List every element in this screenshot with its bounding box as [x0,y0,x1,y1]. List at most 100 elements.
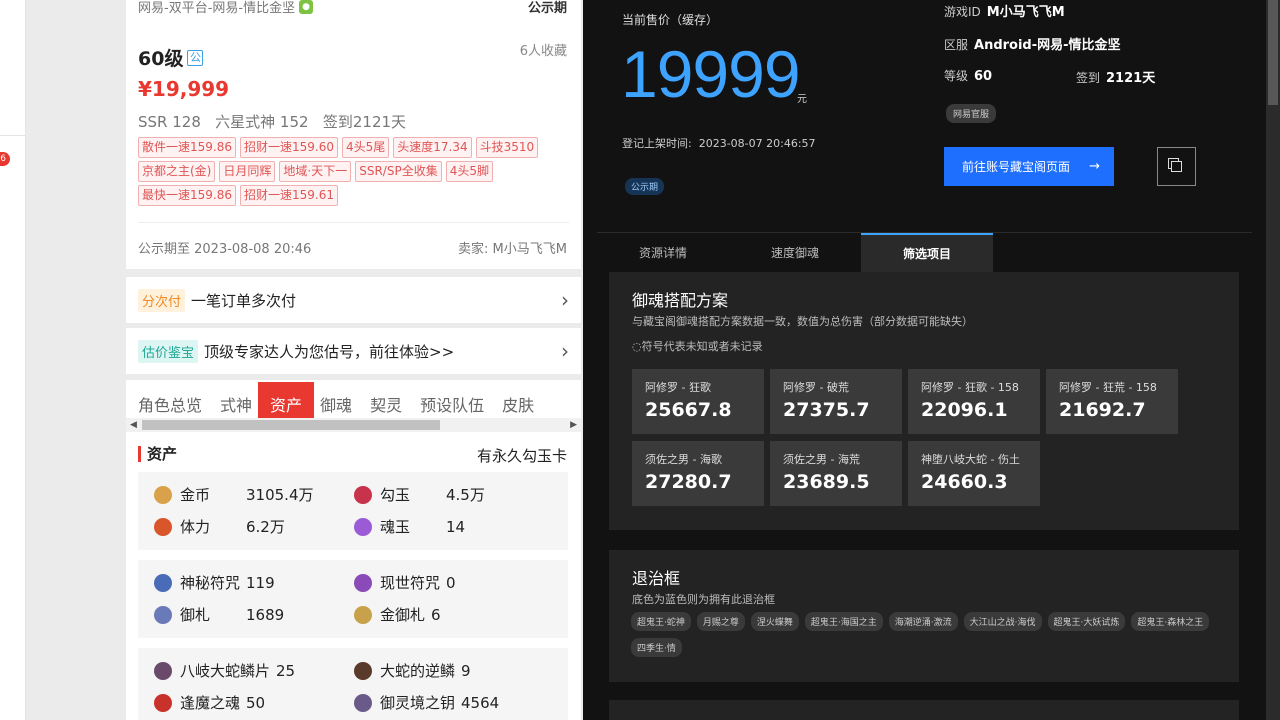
stage-label: 公示期 [527,1,567,16]
tab-2[interactable]: 资产 [258,382,315,418]
page-scrollbar-thumb[interactable] [1268,0,1278,105]
asset-name: 御札 [180,606,211,624]
next-section [609,700,1239,720]
soul-config-label: 神堕八岐大蛇 - 伤土 [921,453,1020,466]
soul-config-desc: 与藏宝阁御魂搭配方案数据一致，数值为总伤害（部分数据可能缺失） [632,315,973,328]
soul-config-card[interactable]: 须佐之男 - 海荒 23689.5 [770,441,902,506]
scroll-right-icon[interactable]: ▶ [570,418,577,432]
asset-name: 御灵境之钥 [380,694,456,712]
tab-6[interactable]: 皮肤 [502,392,534,418]
soul-config-card[interactable]: 阿修罗 - 狂荒 - 158 21692.7 [1046,369,1178,434]
permanent-card-label: 有永久勾玉卡 [476,447,567,465]
detail-dark-panel: 当前售价（缓存） 19999 元 登记上架时间: 2023-08-07 20:4… [583,0,1280,720]
listing-summary-card: 网易-双平台-网易-情比金坚 ● 公示期 60级 公 6人收藏 ¥19,999 … [126,0,581,269]
asset-item: 金御札 6 [354,604,544,625]
asset-icon [354,605,372,624]
source-line: 网易-双平台-网易-情比金坚 ● [138,0,314,16]
feature-tag: 斗技3510 [475,137,539,158]
feature-tag: 地域·天下一 [279,161,352,182]
feature-tags: 散件一速159.86 招财一速159.60 4头5尾 头速度17.34 斗技3510 京都… [138,137,568,206]
scroll-left-icon[interactable]: ◀ [130,418,137,432]
asset-name: 八岐大蛇鳞片 [180,662,271,680]
tab-3[interactable]: 御魂 [320,392,352,418]
asset-value: 4564 [461,693,500,712]
soul-config-value: 24660.3 [921,471,1008,493]
mobile-listing-panel: 网易-双平台-网易-情比金坚 ● 公示期 60级 公 6人收藏 ¥19,999 … [126,0,581,720]
soul-config-label: 阿修罗 - 狂歌 - 158 [921,381,1019,394]
big-price: 19999 [621,37,801,111]
tab-4[interactable]: 契灵 [370,392,402,418]
feature-tag: SSR/SP全收集 [355,161,442,182]
asset-icon [354,517,372,536]
tab-0[interactable]: 角色总览 [138,392,202,418]
boss-frame-desc: 底色为蓝色则为拥有此退治框 [632,593,775,606]
soul-config-title: 御魂搭配方案 [632,291,729,310]
copy-button[interactable] [1157,147,1196,186]
soul-config-card[interactable]: 阿修罗 - 狂歌 - 158 22096.1 [908,369,1040,434]
list-time: 登记上架时间: 2023-08-07 20:46:57 [622,137,816,150]
soul-config-value: 27375.7 [783,399,870,421]
resource-tab-0[interactable]: 资源详情 [597,233,729,272]
copy-icon [1171,161,1182,172]
assets-charm-box: 神秘符咒 119 现世符咒 0 御札 1689 金御札 6 [138,560,568,638]
asset-item: 御灵境之钥 4564 [354,692,544,713]
boss-frame-tag: 月赐之尊 [696,612,745,631]
asset-value: 50 [246,693,266,712]
game-id: 游戏ID M小马飞飞M [944,5,1065,20]
asset-item: 现世符咒 0 [354,572,544,593]
notification-badge: 6 [0,152,10,166]
favorites-count[interactable]: 6人收藏 [520,40,567,59]
asset-name: 金币 [180,486,211,504]
feature-tag: 京都之主(金) [138,161,216,182]
soul-config-value: 22096.1 [921,399,1008,421]
soul-config-card[interactable]: 神堕八岐大蛇 - 伤土 24660.3 [908,441,1040,506]
asset-value: 3105.4万 [246,486,314,504]
appraisal-promo[interactable]: 估价鉴宝 顶级专家达人为您估号，前往体验>> › [126,328,581,374]
strip-divider [0,135,26,136]
asset-name: 魂玉 [380,518,411,536]
installment-promo[interactable]: 分次付 一笔订单多次付 › [126,277,581,323]
stage-pill: 公示期 [625,178,665,195]
tab-5[interactable]: 预设队伍 [420,392,484,418]
tabs-scrollbar[interactable]: ◀ ▶ [126,418,581,432]
asset-item: 逢魔之魂 50 [154,692,344,713]
resource-tab-1[interactable]: 速度御魂 [729,233,861,272]
tab-1[interactable]: 式神 [220,392,252,418]
currency-unit: 元 [797,94,807,105]
asset-icon [354,485,372,504]
divider [138,222,569,223]
scrollbar-thumb[interactable] [142,420,440,430]
soul-config-label: 阿修罗 - 狂歌 [645,381,711,394]
resource-tab-2[interactable]: 筛选项目 [861,233,993,272]
appraisal-badge: 估价鉴宝 [138,339,199,363]
asset-value: 6.2万 [246,518,285,536]
detail-tabs: 角色总览 式神 资产 御魂 契灵 预设队伍 皮肤 [126,380,581,418]
installment-badge: 分次付 [138,288,186,312]
asset-item: 金币 3105.4万 [154,484,344,505]
boss-frame-tag: 海潮逆涌·激流 [888,612,958,631]
asset-value: 25 [276,661,296,680]
asset-icon [154,517,172,536]
soul-config-label: 须佐之男 - 海荒 [783,453,860,466]
soul-config-label: 阿修罗 - 狂荒 - 158 [1059,381,1157,394]
asset-name: 体力 [180,518,211,536]
soul-config-card[interactable]: 阿修罗 - 狂歌 25667.8 [632,369,764,434]
page-scrollbar[interactable] [1266,0,1280,720]
asset-value: 4.5万 [446,486,485,504]
asset-item: 御札 1689 [154,604,344,625]
boss-frame-tag: 涅火蝶舞 [750,612,799,631]
soul-config-card[interactable]: 须佐之男 - 海歌 27280.7 [632,441,764,506]
asset-item: 神秘符咒 119 [154,572,344,593]
asset-icon [154,693,172,712]
asset-value: 1689 [246,605,285,624]
chevron-right-icon: › [561,339,569,363]
feature-tag: 招财一速159.60 [240,137,338,158]
soul-config-card[interactable]: 阿修罗 - 破荒 27375.7 [770,369,902,434]
asset-value: 119 [246,573,275,592]
asset-item: 勾玉 4.5万 [354,484,544,505]
soul-config-label: 须佐之男 - 海歌 [645,453,722,466]
asset-item: 大蛇的逆鳞 9 [354,660,544,681]
feature-tag: 头速度17.34 [393,137,472,158]
seller-name[interactable]: 卖家: M小马飞飞M [458,238,567,257]
go-to-listing-button[interactable]: 前往账号藏宝阁页面 → [944,147,1114,186]
